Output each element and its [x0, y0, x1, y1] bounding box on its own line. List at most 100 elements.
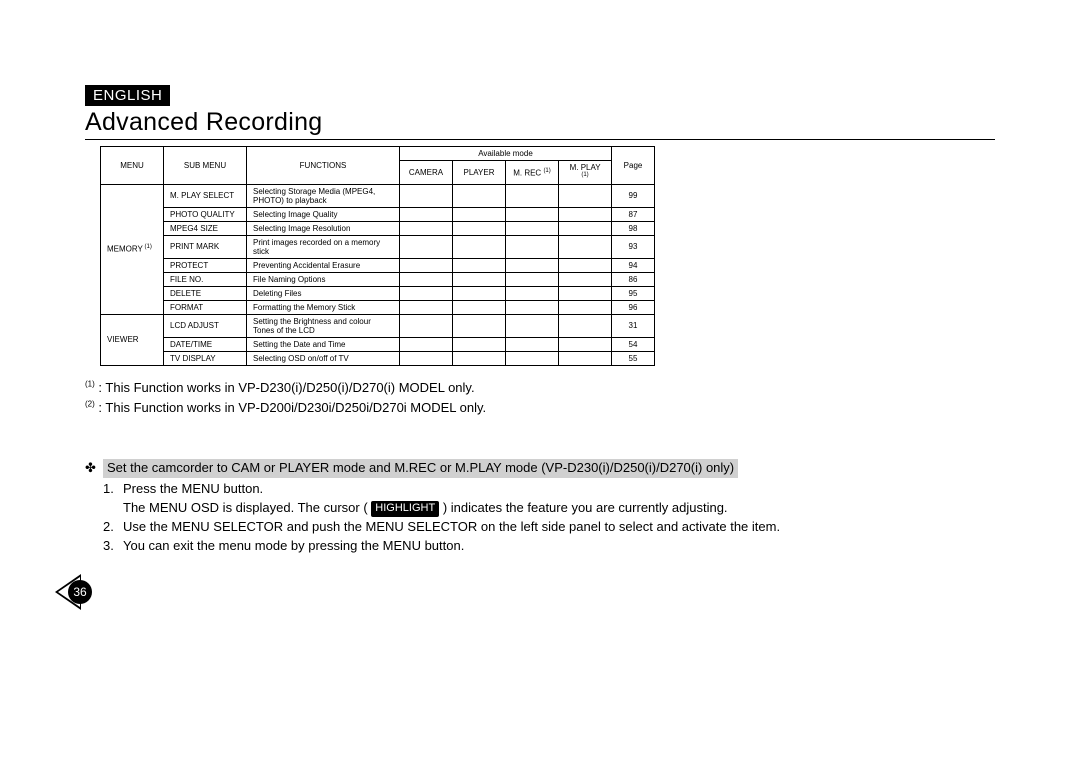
- cell-mode: [506, 286, 559, 300]
- cell-page: 99: [612, 184, 655, 207]
- table-row: DATE/TIMESetting the Date and Time 54: [101, 337, 655, 351]
- cell-submenu: PROTECT: [164, 258, 247, 272]
- cell-mode: [400, 235, 453, 258]
- cell-mode: [400, 351, 453, 365]
- footnote-1: (1) : This Function works in VP-D230(i)/…: [85, 378, 995, 399]
- cell-mode: [559, 221, 612, 235]
- cell-submenu: FORMAT: [164, 300, 247, 314]
- cell-mode: [400, 221, 453, 235]
- cell-page: 94: [612, 258, 655, 272]
- cell-mode: [453, 221, 506, 235]
- cell-submenu: M. PLAY SELECT: [164, 184, 247, 207]
- cell-function: File Naming Options: [247, 272, 400, 286]
- cell-submenu: TV DISPLAY: [164, 351, 247, 365]
- cell-mode: [559, 337, 612, 351]
- th-functions: FUNCTIONS: [247, 147, 400, 185]
- cell-page: 86: [612, 272, 655, 286]
- cell-mode: [453, 314, 506, 337]
- cell-function: Print images recorded on a memory stick: [247, 235, 400, 258]
- cell-mode: [506, 221, 559, 235]
- cell-function: Selecting OSD on/off of TV: [247, 351, 400, 365]
- cell-mode: [400, 300, 453, 314]
- cell-mode: [453, 184, 506, 207]
- manual-page: ENGLISH Advanced Recording MENU SUB MENU…: [85, 85, 995, 555]
- cell-mode: [506, 300, 559, 314]
- th-submenu: SUB MENU: [164, 147, 247, 185]
- cell-mode: [559, 300, 612, 314]
- cell-function: Deleting Files: [247, 286, 400, 300]
- instructions-block: ✤ Set the camcorder to CAM or PLAYER mod…: [85, 459, 995, 555]
- cell-mode: [400, 272, 453, 286]
- cell-mode: [559, 207, 612, 221]
- cell-mode: [506, 258, 559, 272]
- cell-submenu: PRINT MARK: [164, 235, 247, 258]
- footnote-2: (2) : This Function works in VP-D200i/D2…: [85, 398, 995, 419]
- cell-mode: [559, 286, 612, 300]
- step-1b: The MENU OSD is displayed. The cursor ( …: [103, 499, 995, 518]
- table-row: PHOTO QUALITYSelecting Image Quality87: [101, 207, 655, 221]
- step-1: 1.Press the MENU button.: [103, 480, 995, 499]
- cell-function: Formatting the Memory Stick: [247, 300, 400, 314]
- cell-mode: [400, 337, 453, 351]
- cell-page: 95: [612, 286, 655, 300]
- cell-mode: [559, 184, 612, 207]
- cell-mode: [453, 286, 506, 300]
- cell-function: Selecting Storage Media (MPEG4, PHOTO) t…: [247, 184, 400, 207]
- th-page: Page: [612, 147, 655, 185]
- bullet-icon: ✤: [85, 459, 103, 478]
- th-menu: MENU: [101, 147, 164, 185]
- cell-page: 96: [612, 300, 655, 314]
- page-number-badge: 36: [68, 580, 92, 604]
- instruction-steps: 1.Press the MENU button. The MENU OSD is…: [103, 480, 995, 555]
- cell-mode: [506, 314, 559, 337]
- cell-page: 87: [612, 207, 655, 221]
- cell-mode: [506, 337, 559, 351]
- table-row: MEMORY (1)M. PLAY SELECTSelecting Storag…: [101, 184, 655, 207]
- cell-mode: [506, 184, 559, 207]
- cell-submenu: FILE NO.: [164, 272, 247, 286]
- cell-mode: [559, 351, 612, 365]
- step-3: 3.You can exit the menu mode by pressing…: [103, 537, 995, 556]
- cell-function: Selecting Image Resolution: [247, 221, 400, 235]
- table-row: PROTECTPreventing Accidental Erasure 94: [101, 258, 655, 272]
- cell-function: Setting the Brightness and colour Tones …: [247, 314, 400, 337]
- cell-mode: [453, 300, 506, 314]
- footnotes: (1) : This Function works in VP-D230(i)/…: [85, 378, 995, 420]
- cell-menu: MEMORY (1): [101, 184, 164, 314]
- cell-mode: [453, 272, 506, 286]
- table-row: MPEG4 SIZESelecting Image Resolution98: [101, 221, 655, 235]
- th-mplay: M. PLAY (1): [559, 161, 612, 185]
- cell-page: 55: [612, 351, 655, 365]
- instruction-lead: Set the camcorder to CAM or PLAYER mode …: [103, 459, 738, 478]
- table-row: FILE NO.File Naming Options 86: [101, 272, 655, 286]
- cell-mode: [453, 337, 506, 351]
- menu-reference-table: MENU SUB MENU FUNCTIONS Available mode P…: [100, 146, 655, 366]
- cell-submenu: DATE/TIME: [164, 337, 247, 351]
- cell-mode: [453, 235, 506, 258]
- step-2: 2.Use the MENU SELECTOR and push the MEN…: [103, 518, 995, 537]
- table-row: DELETEDeleting Files 95: [101, 286, 655, 300]
- th-mrec: M. REC (1): [506, 161, 559, 185]
- cell-function: Preventing Accidental Erasure: [247, 258, 400, 272]
- cell-page: 93: [612, 235, 655, 258]
- th-player: PLAYER: [453, 161, 506, 185]
- instruction-bullet: ✤ Set the camcorder to CAM or PLAYER mod…: [85, 459, 995, 478]
- table-header-row-1: MENU SUB MENU FUNCTIONS Available mode P…: [101, 147, 655, 161]
- cell-mode: [400, 286, 453, 300]
- cell-function: Setting the Date and Time: [247, 337, 400, 351]
- cell-function: Selecting Image Quality: [247, 207, 400, 221]
- cell-page: 31: [612, 314, 655, 337]
- table-row: PRINT MARKPrint images recorded on a mem…: [101, 235, 655, 258]
- language-tag: ENGLISH: [85, 85, 170, 106]
- cell-mode: [506, 235, 559, 258]
- cell-mode: [559, 314, 612, 337]
- cell-mode: [453, 258, 506, 272]
- cell-submenu: LCD ADJUST: [164, 314, 247, 337]
- cell-mode: [559, 272, 612, 286]
- table-row: FORMATFormatting the Memory Stick 96: [101, 300, 655, 314]
- cell-mode: [400, 314, 453, 337]
- cell-submenu: DELETE: [164, 286, 247, 300]
- th-camera: CAMERA: [400, 161, 453, 185]
- cell-page: 54: [612, 337, 655, 351]
- cell-mode: [400, 207, 453, 221]
